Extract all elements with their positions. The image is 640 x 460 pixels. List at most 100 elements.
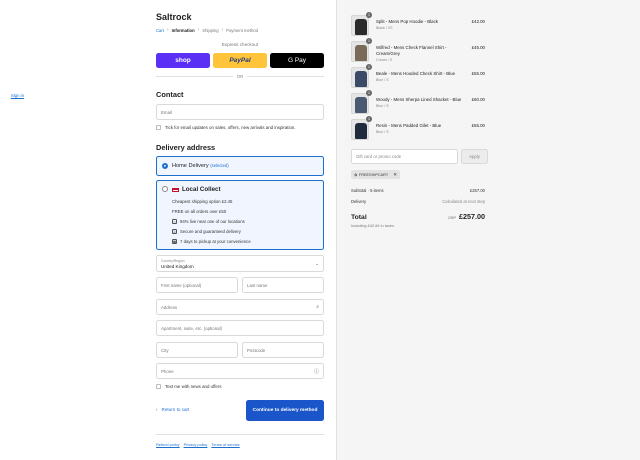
local-collect-radio[interactable] [162,186,168,192]
local-collect-line: ⌂ 94% live near one of our locations [172,219,245,224]
or-label: OR [236,74,244,79]
item-name: Wilfred - Mens Check Flannel Shirt - Cre… [376,45,447,56]
last-name-placeholder: Last name [247,282,268,288]
apartment-placeholder: Apartment, suite, etc. (optional) [161,325,223,331]
google-pay-button[interactable]: G Pay [270,53,324,68]
item-details: Resin - Mens Padded Gilet - Blue Blue / S [376,123,469,135]
local-collect-pickup: 7 days to pickup at your convenience [180,239,251,244]
local-collect-secure: Secure and guaranteed delivery [180,229,241,234]
local-collect-option[interactable]: Local Collect Cheapest shipping option £… [156,180,324,250]
local-collect-label: Local Collect [182,186,221,193]
phone-placeholder: Phone [161,368,174,374]
or-divider: OR [156,74,324,79]
newsletter-checkbox-row[interactable]: Tick for email updates on sales, offers,… [156,125,296,130]
item-variant: Blue / S [376,104,389,108]
local-collect-line: ▦ 7 days to pickup at your convenience [172,239,251,244]
item-price: £45.00 [471,45,485,50]
selected-tag: (selected) [210,163,229,168]
home-delivery-text: Home Delivery [172,163,209,169]
breadcrumb: Cart › Information › Shipping › Payment … [156,27,258,33]
item-name: Woody - Mens Sherpa Lined Shacket - Blue [376,97,462,102]
apartment-field[interactable]: Apartment, suite, etc. (optional) [156,320,324,336]
breadcrumb-cart[interactable]: Cart [156,28,164,33]
item-price: £42.00 [471,19,485,24]
local-collect-title: Local Collect [172,186,221,193]
chevron-left-icon: ‹ [156,407,158,412]
refund-policy-link[interactable]: Refund policy [156,442,180,447]
first-name-field[interactable]: First name (optional) [156,277,238,293]
total-row: Total GBP £257.00 [351,212,485,221]
quantity-badge: 1 [366,116,372,122]
order-summary: 1 Split - Mens Pop Hoodie - Black Black /… [336,0,640,460]
product-thumbnail [351,93,369,114]
promo-code-placeholder: Gift card or promo code [356,154,402,159]
text-me-checkbox[interactable] [156,384,161,389]
apply-button[interactable]: Apply [461,149,488,164]
close-icon[interactable]: ✕ [393,172,397,178]
product-image [355,19,367,35]
last-name-field[interactable]: Last name [242,277,324,293]
continue-button[interactable]: Continue to delivery method [246,400,324,421]
discount-code: FREESHIPCART [358,172,389,177]
calendar-icon: ▦ [172,239,177,244]
product-thumbnail [351,67,369,88]
cart-item: 1 Resin - Mens Padded Gilet - Blue Blue /… [351,116,485,140]
item-details: Woody - Mens Sherpa Lined Shacket - Blue… [376,97,469,109]
return-to-cart-link[interactable]: ‹ Return to cart [156,407,189,412]
city-placeholder: City [161,347,169,353]
breadcrumb-payment: Payment method [226,27,258,33]
product-image [355,45,367,61]
breadcrumb-information: Information [171,27,195,33]
cart-item: 1 Wilfred - Mens Check Flannel Shirt - C… [351,38,485,63]
terms-of-service-link[interactable]: Terms of service [211,442,239,447]
text-me-label: Text me with news and offers [165,384,222,389]
item-details: Beale - Mens Hooded Check Shirt - Blue Bl… [376,71,469,83]
postcode-placeholder: Postcode [247,347,266,353]
store-logo[interactable]: Saltrock [156,12,192,22]
address-field[interactable]: Address ⌕ [156,299,324,315]
shop-pay-button[interactable]: shop [156,53,210,68]
sign-in-link[interactable]: Sign in [11,93,24,98]
home-delivery-label: Home Delivery (selected) [172,163,229,169]
privacy-policy-link[interactable]: Privacy policy [184,442,208,447]
total-label: Total [351,214,367,221]
phone-field[interactable]: Phone ⓘ [156,363,324,379]
email-field[interactable]: Email [156,104,324,120]
product-thumbnail [351,41,369,62]
express-buttons: shop PayPal G Pay [156,53,324,68]
quantity-badge: 1 [366,38,372,44]
lock-icon: ⚿ [172,229,177,234]
promo-code-input[interactable]: Gift card or promo code [351,149,458,164]
divider-line [247,76,324,77]
checkout-main: Saltrock Cart › Information › Shipping ›… [0,0,336,460]
discount-chip: ⬗ FREESHIPCART ✕ [351,170,401,179]
cart-item: 1 Woody - Mens Sherpa Lined Shacket - Bl… [351,90,485,114]
country-value: United Kingdom [161,264,194,269]
contact-heading: Contact [156,90,184,99]
footer-policies: Refund policy Privacy policy Terms of se… [156,434,324,447]
home-delivery-radio[interactable] [162,163,168,169]
cart-item: 1 Split - Mens Pop Hoodie - Black Black /… [351,12,485,36]
tag-icon: ⬗ [354,173,357,177]
newsletter-checkbox[interactable] [156,125,161,130]
local-collect-logo-icon [172,187,179,192]
item-details: Wilfred - Mens Check Flannel Shirt - Cre… [376,45,469,63]
address-placeholder: Address [161,304,178,310]
country-select[interactable]: Country/Region United Kingdom ⌄ [156,255,324,272]
text-me-checkbox-row[interactable]: Text me with news and offers [156,384,222,389]
chevron-right-icon: › [197,27,200,33]
help-icon[interactable]: ⓘ [314,368,319,375]
paypal-button[interactable]: PayPal [213,53,267,68]
local-collect-locations: 94% live near one of our locations [180,219,245,224]
city-field[interactable]: City [156,342,238,358]
postcode-field[interactable]: Postcode [242,342,324,358]
total-amount: GBP £257.00 [448,212,485,221]
first-name-placeholder: First name (optional) [161,282,202,288]
item-details: Split - Mens Pop Hoodie - Black Black / X… [376,19,469,31]
item-name: Resin - Mens Padded Gilet - Blue [376,123,442,128]
country-label: Country/Region [161,258,185,263]
product-image [355,123,367,139]
product-image [355,71,367,87]
home-delivery-option[interactable]: Home Delivery (selected) [156,156,324,176]
item-name: Split - Mens Pop Hoodie - Black [376,19,438,24]
